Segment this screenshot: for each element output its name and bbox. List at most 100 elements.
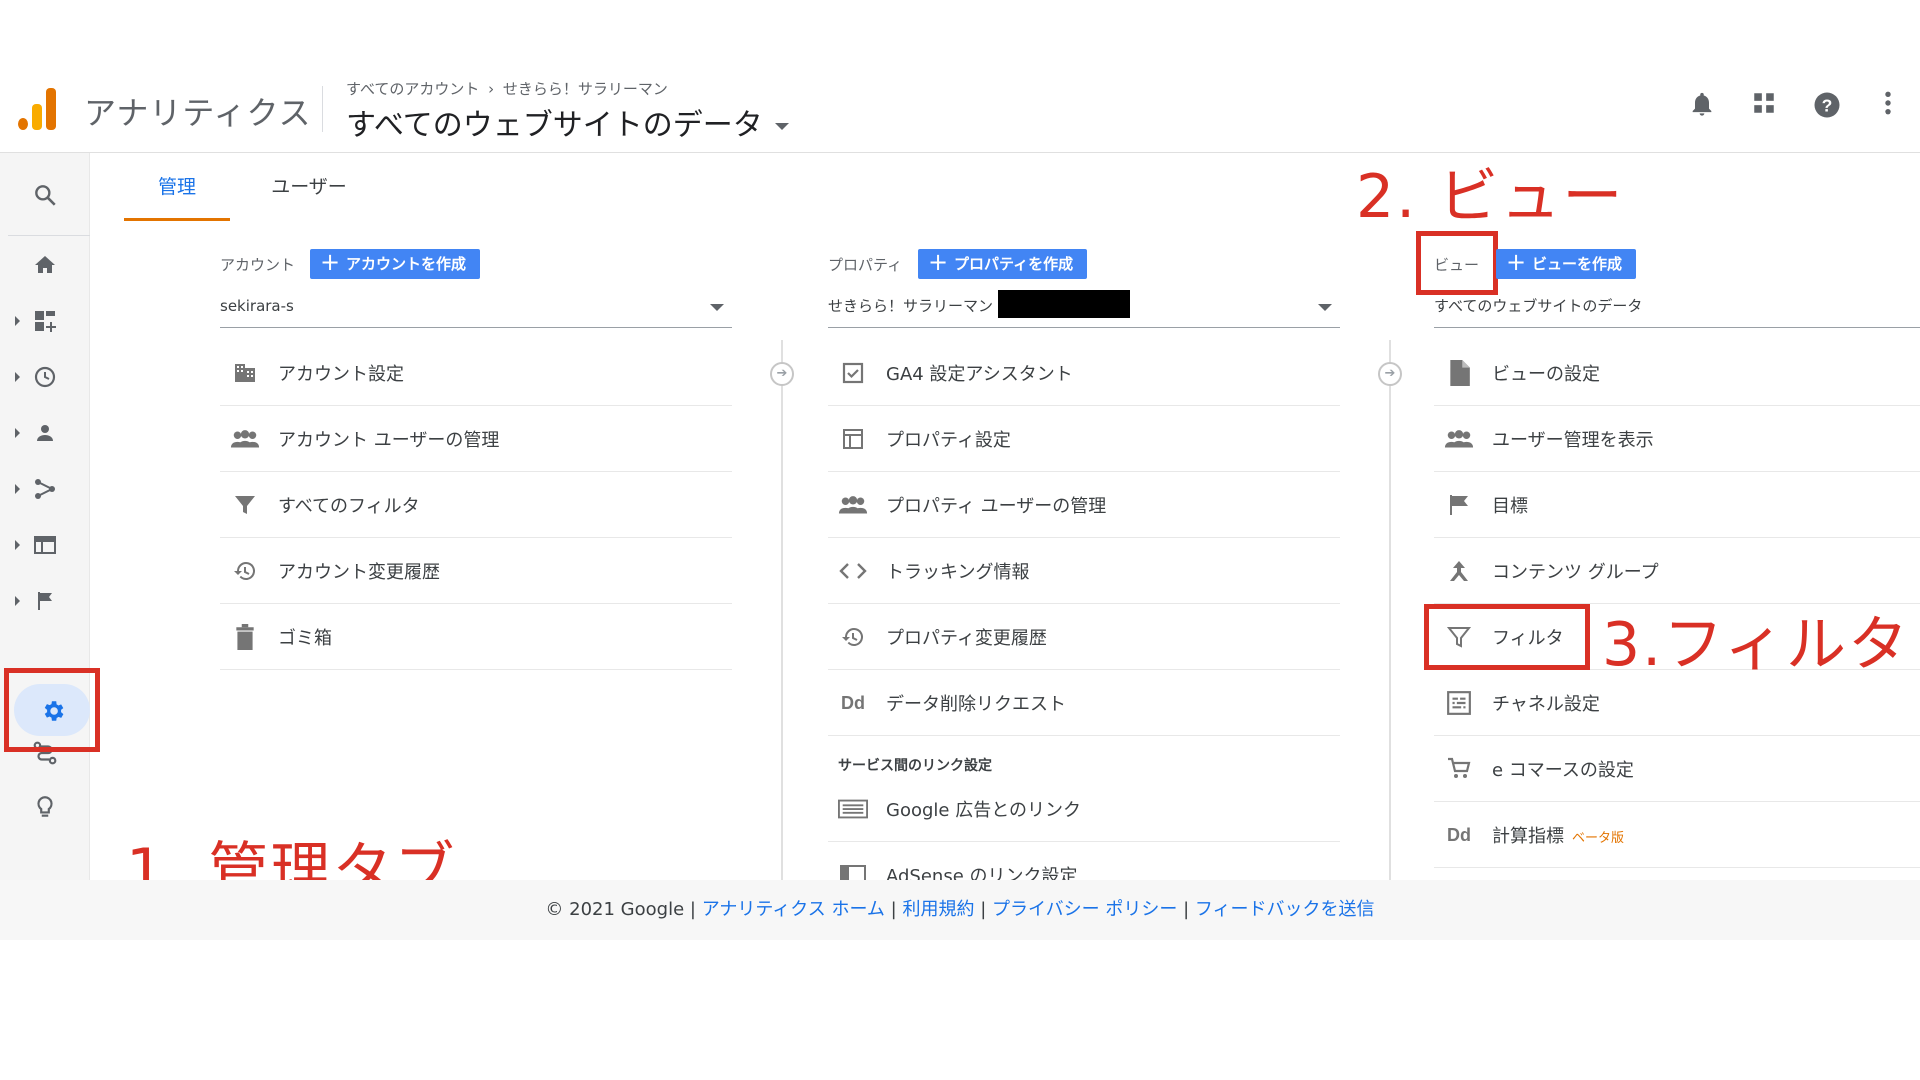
nav-behavior[interactable] — [0, 523, 90, 567]
page-title: すべてのウェブサイトのデータ — [346, 108, 763, 143]
left-nav-rail — [0, 153, 90, 940]
people-icon — [838, 492, 868, 518]
row-label: トラッキング情報 — [886, 562, 1030, 583]
filter-icon — [230, 492, 260, 518]
data-deletion-row[interactable]: Dd データ削除リクエスト — [828, 670, 1340, 736]
nav-customization[interactable] — [0, 299, 90, 343]
nav-discover[interactable] — [0, 785, 90, 829]
chevron-down-icon — [710, 304, 724, 311]
help-icon[interactable]: ? — [1812, 90, 1840, 118]
row-label-text: 計算指標 — [1492, 826, 1564, 847]
nav-conversions[interactable] — [0, 579, 90, 623]
more-vert-icon[interactable] — [1874, 90, 1902, 118]
admin-tabs: 管理 ユーザー — [124, 153, 1920, 221]
ecommerce-settings-row[interactable]: e コマースの設定 — [1434, 736, 1920, 802]
calculated-metrics-row[interactable]: Dd 計算指標 ベータ版 — [1434, 802, 1920, 868]
account-settings-row[interactable]: アカウント設定 — [220, 340, 732, 406]
row-label: GA4 設定アシスタント — [886, 364, 1073, 385]
nav-search[interactable] — [0, 173, 90, 217]
create-property-button[interactable]: プロパティを作成 — [918, 247, 1088, 279]
row-label: e コマースの設定 — [1492, 760, 1634, 781]
row-label: 計算指標 ベータ版 — [1492, 822, 1624, 848]
view-selector[interactable]: すべてのウェブサイトのデータ — [1434, 288, 1920, 328]
chevron-down-icon — [774, 123, 789, 130]
analytics-logo-icon[interactable] — [18, 88, 60, 130]
view-selector[interactable]: すべてのウェブサイトのデータ — [346, 100, 789, 144]
layout-icon — [838, 426, 868, 452]
account-selector[interactable]: sekirara-s — [220, 288, 732, 328]
annotation-box-view — [1416, 231, 1498, 295]
tab-user[interactable]: ユーザー — [254, 153, 364, 221]
breadcrumb-property[interactable]: せきらら！サラリーマン — [503, 80, 668, 98]
row-label: データ削除リクエスト — [886, 694, 1066, 715]
cart-icon — [1444, 756, 1474, 782]
tab-admin[interactable]: 管理 — [124, 153, 230, 221]
google-ads-link-row[interactable]: Google 広告とのリンク — [828, 776, 1340, 842]
trash-icon — [230, 624, 260, 650]
account-users-row[interactable]: アカウント ユーザーの管理 — [220, 406, 732, 472]
row-label: 目標 — [1492, 496, 1528, 517]
column-divider — [781, 340, 783, 880]
row-label: コンテンツ グループ — [1492, 562, 1659, 583]
app-name: アナリティクス — [84, 94, 312, 132]
view-settings-row[interactable]: ビューの設定 — [1434, 340, 1920, 406]
arrow-right-icon: ➔ — [1378, 362, 1402, 386]
view-selected: すべてのウェブサイトのデータ — [1434, 297, 1643, 315]
account-trash-row[interactable]: ゴミ箱 — [220, 604, 732, 670]
annotation-box-filter — [1424, 604, 1590, 670]
expand-arrow-icon — [15, 596, 20, 606]
footer-link-terms[interactable]: 利用規約 — [902, 899, 974, 920]
arrow-right-icon: ➔ — [770, 362, 794, 386]
bell-icon[interactable] — [1688, 90, 1716, 118]
property-settings-row[interactable]: プロパティ設定 — [828, 406, 1340, 472]
adsense-link-row[interactable]: AdSense のリンク設定 — [828, 842, 1340, 887]
create-account-button[interactable]: アカウントを作成 — [310, 247, 481, 279]
top-bar: アナリティクス すべてのアカウント › せきらら！サラリーマン すべてのウェブサ… — [0, 70, 1920, 153]
breadcrumb-separator: › — [488, 80, 495, 98]
dd-icon: Dd — [1447, 824, 1471, 845]
person-icon — [37, 425, 53, 441]
nav-home[interactable] — [0, 243, 90, 287]
row-label: プロパティ ユーザーの管理 — [886, 496, 1107, 517]
view-users-row[interactable]: ユーザー管理を表示 — [1434, 406, 1920, 472]
rail-divider — [8, 235, 90, 236]
breadcrumb[interactable]: すべてのアカウント › せきらら！サラリーマン — [346, 78, 668, 99]
lightbulb-icon — [37, 796, 53, 817]
apps-grid-icon[interactable] — [1750, 90, 1778, 118]
row-label: ビューの設定 — [1492, 364, 1600, 385]
content-group-icon — [1444, 558, 1474, 584]
history-icon — [838, 624, 868, 650]
breadcrumb-account[interactable]: すべてのアカウント — [346, 80, 479, 98]
content-group-row[interactable]: コンテンツ グループ — [1434, 538, 1920, 604]
flag-icon — [38, 592, 52, 610]
ga4-assistant-row[interactable]: GA4 設定アシスタント — [828, 340, 1340, 406]
row-label: プロパティ設定 — [886, 430, 1011, 451]
footer-link-privacy[interactable]: プライバシー ポリシー — [992, 899, 1177, 920]
footer-link-feedback[interactable]: フィードバックを送信 — [1195, 899, 1375, 920]
people-icon — [230, 426, 260, 452]
nav-acquisition[interactable] — [0, 467, 90, 511]
nav-audience[interactable] — [0, 411, 90, 455]
row-label: ユーザー管理を表示 — [1492, 430, 1654, 451]
header-actions: ? — [1688, 90, 1902, 118]
header-divider — [322, 86, 323, 132]
property-users-row[interactable]: プロパティ ユーザーの管理 — [828, 472, 1340, 538]
goals-row[interactable]: 目標 — [1434, 472, 1920, 538]
people-icon — [1444, 426, 1474, 452]
account-all-filters-row[interactable]: すべてのフィルタ — [220, 472, 732, 538]
row-label: アカウント ユーザーの管理 — [278, 430, 500, 451]
checkbox-icon — [838, 360, 868, 386]
property-change-history-row[interactable]: プロパティ変更履歴 — [828, 604, 1340, 670]
account-change-history-row[interactable]: アカウント変更履歴 — [220, 538, 732, 604]
create-view-button[interactable]: ビューを作成 — [1496, 247, 1637, 279]
flag-icon — [1444, 492, 1474, 518]
tracking-info-row[interactable]: トラッキング情報 — [828, 538, 1340, 604]
footer-link-analytics-home[interactable]: アナリティクス ホーム — [702, 899, 885, 920]
redaction-bar — [998, 290, 1130, 318]
home-icon — [35, 256, 55, 273]
nav-realtime[interactable] — [0, 355, 90, 399]
code-icon — [838, 558, 868, 584]
ads-icon — [838, 796, 868, 822]
acquisition-icon — [35, 479, 55, 499]
expand-arrow-icon — [15, 372, 20, 382]
